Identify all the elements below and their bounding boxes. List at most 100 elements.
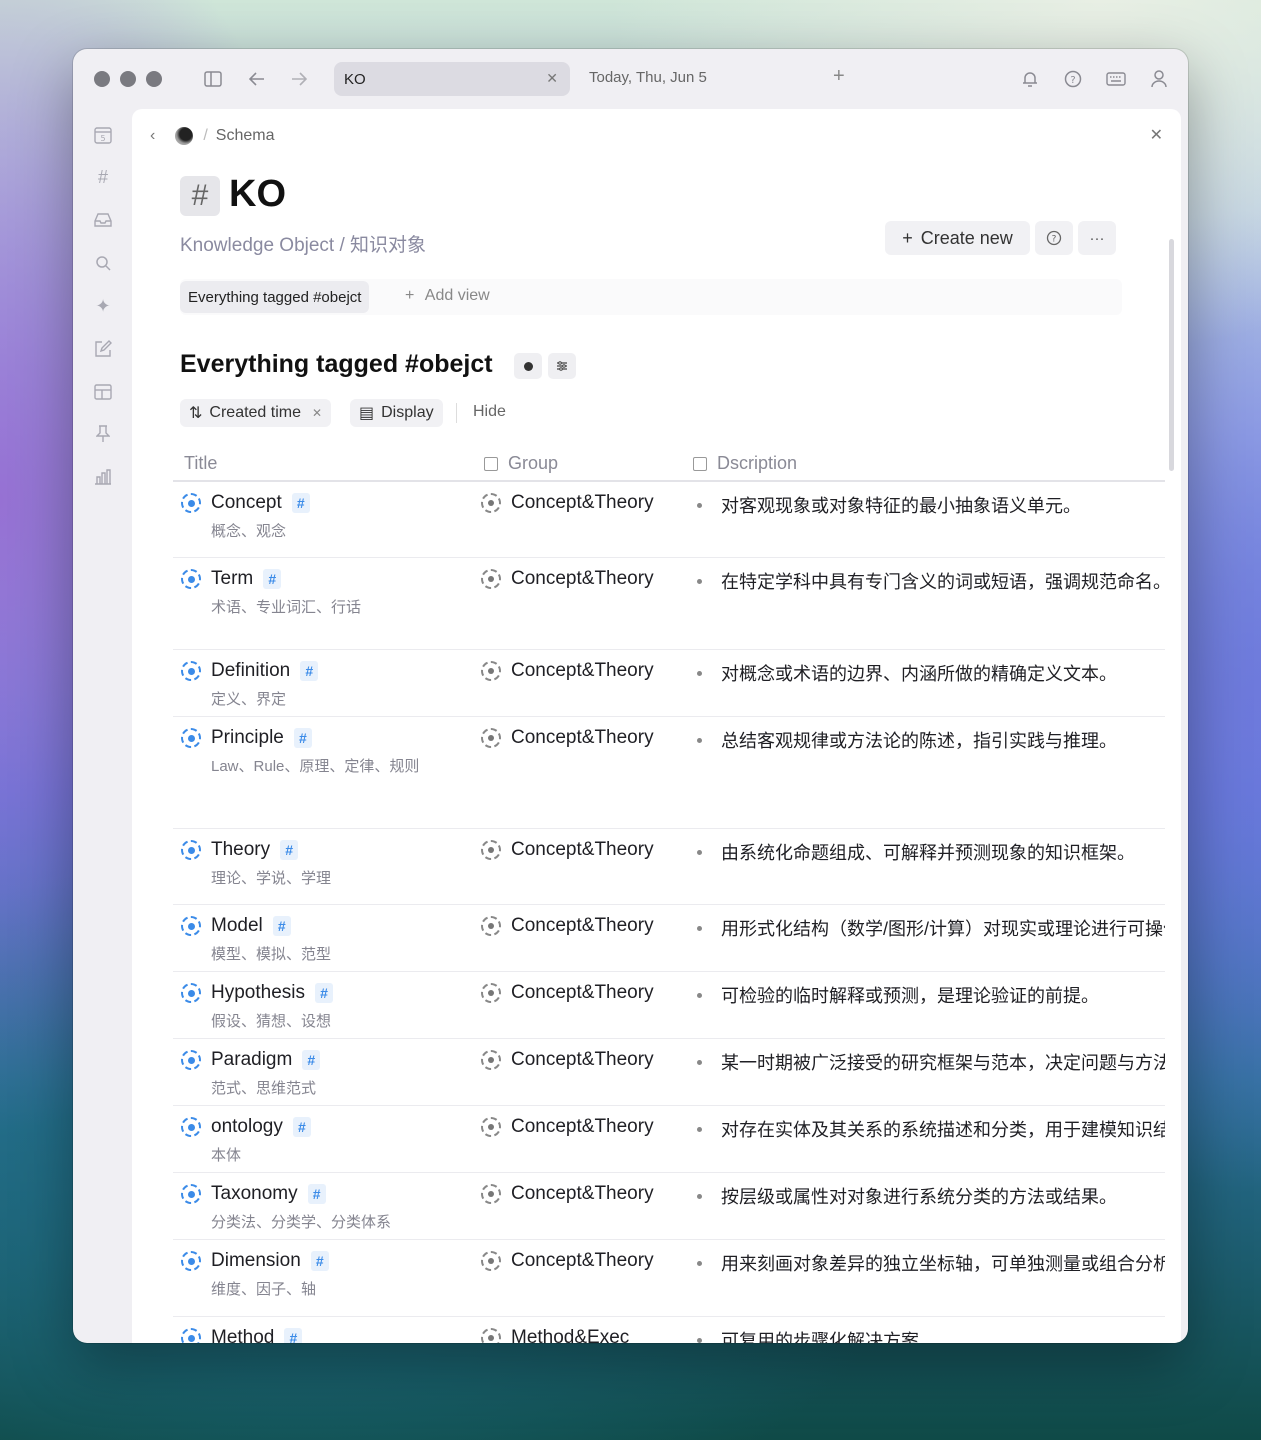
row-description[interactable]: 对客观现象或对象特征的最小抽象语义单元。 [697,492,1165,518]
row-group[interactable]: Concept&Theory [481,915,654,937]
view-tab-active[interactable]: Everything tagged #obejct [180,281,370,313]
layout-icon[interactable] [92,381,114,403]
tag-icon[interactable]: # [310,1251,329,1271]
add-view-button[interactable]: + Add view [405,287,490,305]
row-title[interactable]: Paradigm # [181,1049,321,1071]
row-group[interactable]: Concept&Theory [481,660,654,682]
hashtag-icon[interactable]: # [92,166,114,188]
tag-icon[interactable]: # [293,728,312,748]
row-description[interactable]: 按层级或属性对对象进行系统分类的方法或结果。 [697,1183,1165,1209]
row-group[interactable]: Concept&Theory [481,982,654,1004]
close-icon[interactable]: ✕ [1150,125,1163,145]
sidebar-toggle-icon[interactable] [201,67,225,91]
row-group[interactable]: Concept&Theory [481,1250,654,1272]
table-row[interactable]: Model # 模型、模拟、范型 Concept&Theory 用形式化结构（数学/图形… [173,905,1165,972]
table-row[interactable]: Definition # 定义、界定 Concept&Theory 对概念或术语的边界、… [173,650,1165,717]
row-group[interactable]: Concept&Theory [481,568,654,590]
row-description[interactable]: 用来刻画对象差异的独立坐标轴，可单独测量或组合分析 [697,1250,1165,1276]
row-group[interactable]: Concept&Theory [481,839,654,861]
scrollbar[interactable] [1169,239,1174,471]
tag-icon[interactable]: # [291,493,310,513]
pin-icon[interactable] [92,423,114,445]
table-row[interactable]: Term # 术语、专业词汇、行话 Concept&Theory 在特定学科中具有专门含… [173,558,1165,650]
table-row[interactable]: Taxonomy # 分类法、分类学、分类体系 Concept&Theory 按层级或属… [173,1173,1165,1240]
tag-icon[interactable]: # [263,569,282,589]
display-button[interactable]: ▤ Display [350,399,443,427]
row-description[interactable]: 可检验的临时解释或预测，是理论验证的前提。 [697,982,1165,1008]
calendar-icon[interactable]: 5 [92,124,114,146]
keyboard-icon[interactable] [1104,67,1128,91]
tab-close-icon[interactable]: ✕ [546,70,558,87]
row-title[interactable]: Principle # [181,727,312,749]
column-description[interactable]: Dscription [693,453,797,474]
row-title[interactable]: ontology # [181,1116,311,1138]
table-row[interactable]: Method # Method&Exec 可复用的步骤化解决方案 [173,1317,1165,1343]
analytics-icon[interactable] [92,466,114,488]
tag-icon[interactable]: # [300,661,319,681]
row-description[interactable]: 对概念或术语的边界、内涵所做的精确定义文本。 [697,660,1165,686]
tag-icon[interactable]: # [280,840,299,860]
sparkle-icon[interactable]: ✦ [92,295,114,317]
table-row[interactable]: Theory # 理论、学说、学理 Concept&Theory 由系统化命题组成、可解… [173,829,1165,905]
workspace-avatar[interactable] [175,127,194,145]
column-title[interactable]: Title [184,453,217,474]
remove-sort-icon[interactable]: ✕ [312,406,322,420]
tab-today[interactable]: Today, Thu, Jun 5 [589,69,707,86]
window-zoom-control[interactable] [146,71,162,87]
row-title[interactable]: Theory # [181,839,299,861]
row-group[interactable]: Concept&Theory [481,727,654,749]
window-minimize-control[interactable] [120,71,136,87]
table-row[interactable]: ontology # 本体 Concept&Theory 对存在实体及其关系的系统描述和… [173,1106,1165,1173]
edit-icon[interactable] [92,338,114,360]
tag-icon[interactable]: # [292,1117,311,1137]
search-icon[interactable] [92,252,114,274]
settings-sliders-icon[interactable] [548,353,576,379]
user-icon[interactable] [1147,67,1171,91]
row-title[interactable]: Method # [181,1327,303,1343]
sort-chip[interactable]: ⇅ Created time ✕ [180,399,332,427]
row-group[interactable]: Concept&Theory [481,1183,654,1205]
create-new-button[interactable]: + Create new [885,221,1030,255]
bell-icon[interactable] [1018,67,1042,91]
row-group[interactable]: Method&Exec [481,1327,629,1343]
row-description[interactable]: 对存在实体及其关系的系统描述和分类，用于建模知识结构 [697,1116,1165,1142]
row-group[interactable]: Concept&Theory [481,1116,654,1138]
table-row[interactable]: Principle # Law、Rule、原理、定律、规则 Concept&Theor… [173,717,1165,829]
row-title[interactable]: Concept # [181,492,310,514]
row-title[interactable]: Term # [181,568,282,590]
row-title[interactable]: Model # [181,915,291,937]
window-close-control[interactable] [94,71,110,87]
tag-icon[interactable]: # [302,1050,321,1070]
table-row[interactable]: Dimension # 维度、因子、轴 Concept&Theory 用来刻画对象差异的… [173,1240,1165,1317]
row-title[interactable]: Definition # [181,660,319,682]
table-row[interactable]: Concept # 概念、观念 Concept&Theory 对客观现象或对象特征的最小… [173,482,1165,558]
tag-icon[interactable]: # [272,916,291,936]
row-description[interactable]: 总结客观规律或方法论的陈述，指引实践与推理。 [697,727,1165,753]
row-title[interactable]: Hypothesis # [181,982,333,1004]
table-row[interactable]: Hypothesis # 假设、猜想、设想 Concept&Theory 可检验的临时解… [173,972,1165,1039]
row-description[interactable]: 由系统化命题组成、可解释并预测现象的知识框架。 [697,839,1165,865]
hide-button[interactable]: Hide [473,403,506,421]
chevron-left-icon[interactable]: ‹ [150,127,155,145]
row-group[interactable]: Concept&Theory [481,1049,654,1071]
tag-icon[interactable]: # [315,983,333,1003]
tab-ko[interactable]: KO ✕ [334,62,570,96]
tag-icon[interactable]: # [307,1184,326,1204]
row-description[interactable]: 在特定学科中具有专门含义的词或短语，强调规范命名。 [697,568,1165,594]
column-group[interactable]: Group [484,453,558,474]
table-row[interactable]: Paradigm # 范式、思维范式 Concept&Theory 某一时期被广泛接受的… [173,1039,1165,1106]
row-title[interactable]: Dimension # [181,1250,329,1272]
row-description[interactable]: 某一时期被广泛接受的研究框架与范本，决定问题与方法 [697,1049,1165,1075]
row-description[interactable]: 用形式化结构（数学/图形/计算）对现实或理论进行可操作的 [697,915,1165,941]
help-icon[interactable]: ? [1061,67,1085,91]
breadcrumb-schema[interactable]: Schema [216,127,275,145]
forward-arrow-icon[interactable] [287,67,311,91]
row-title[interactable]: Taxonomy # [181,1183,326,1205]
inbox-icon[interactable] [92,209,114,231]
view-status-icon[interactable] [514,353,542,379]
back-arrow-icon[interactable] [245,67,269,91]
tag-icon[interactable]: # [284,1328,303,1343]
row-description[interactable]: 可复用的步骤化解决方案 [697,1327,1165,1343]
new-tab-button[interactable]: + [833,65,845,88]
help-button[interactable]: ? [1035,221,1073,255]
